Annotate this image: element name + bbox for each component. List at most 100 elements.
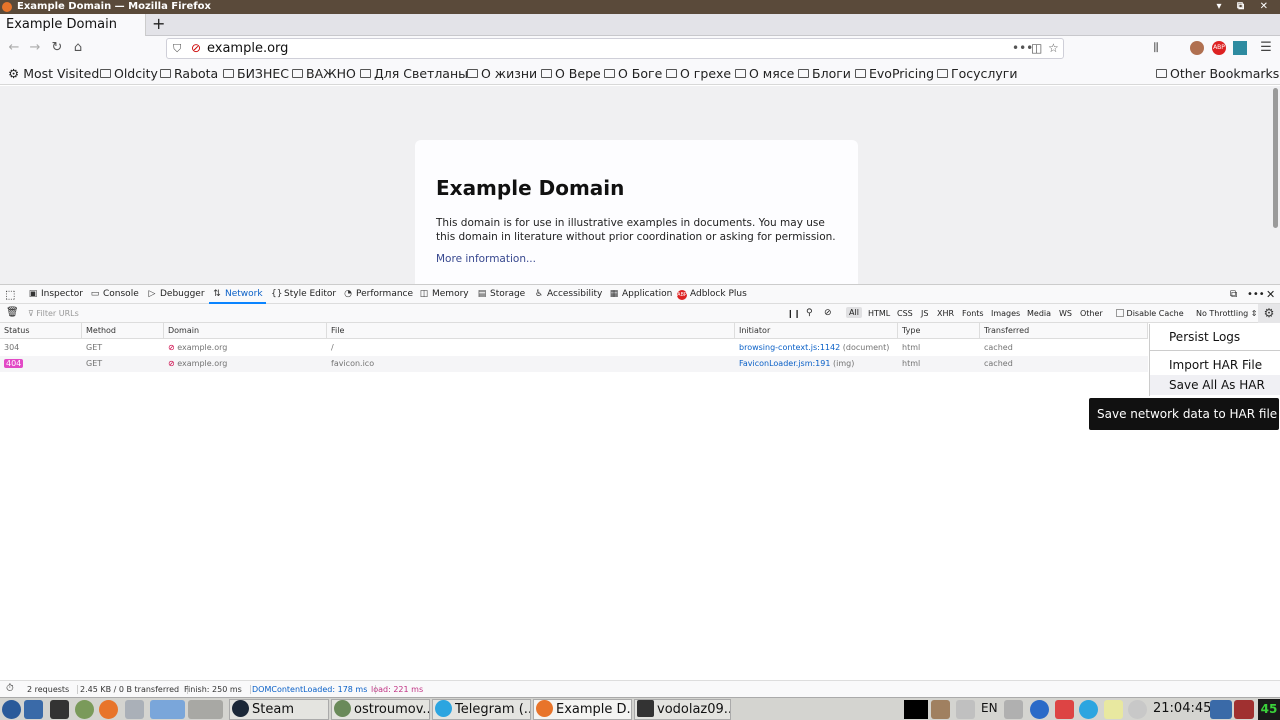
close-devtools-icon[interactable]: ✕ <box>1266 285 1275 304</box>
bookmark-folder[interactable]: О мясе <box>735 66 794 81</box>
shield-icon[interactable]: ⛉ <box>173 42 181 56</box>
windows-switcher-icon[interactable] <box>125 700 144 719</box>
logout-icon[interactable] <box>1234 700 1254 719</box>
volume-icon[interactable] <box>1004 700 1023 719</box>
col-type[interactable]: Type <box>898 323 980 339</box>
filter-media[interactable]: Media <box>1027 309 1051 318</box>
telegram-tray-icon[interactable] <box>1079 700 1098 719</box>
table-row[interactable]: 404 GET ⊘ example.org favicon.ico Favico… <box>0 356 1148 372</box>
dock-side-icon[interactable]: ⧉ <box>1230 285 1237 304</box>
workspace-1[interactable] <box>150 700 185 719</box>
col-file[interactable]: File <box>327 323 735 339</box>
tab-performance[interactable]: ◔ Performance <box>343 285 413 304</box>
clear-trash-icon[interactable]: 🗑 <box>6 307 19 318</box>
more-information-link[interactable]: More information... <box>436 253 536 265</box>
task-terminal[interactable]: vodolaz09... <box>634 699 731 720</box>
bookmark-folder[interactable]: О Вере <box>541 66 601 81</box>
filter-fonts[interactable]: Fonts <box>962 309 984 318</box>
tray-app-icon[interactable] <box>1055 700 1074 719</box>
tab-inspector[interactable]: ▣ Inspector <box>28 285 83 304</box>
tab-accessibility[interactable]: ♿ Accessibility <box>534 285 602 304</box>
bookmark-folder[interactable]: О жизни <box>467 66 537 81</box>
col-transferred[interactable]: Transferred <box>980 323 1148 339</box>
tab-style-editor[interactable]: {} Style Editor <box>271 285 336 304</box>
filter-xhr[interactable]: XHR <box>937 309 954 318</box>
task-telegram[interactable]: Telegram (... <box>432 699 531 720</box>
reload-icon[interactable]: ↻ <box>49 40 65 56</box>
col-method[interactable]: Method <box>82 323 164 339</box>
disable-cache-checkbox[interactable]: Disable Cache <box>1116 309 1184 318</box>
notes-icon[interactable] <box>1104 700 1123 719</box>
performance-analysis-icon[interactable]: ⏱ <box>6 683 22 694</box>
bookmark-folder[interactable]: О грехе <box>666 66 731 81</box>
tab-network[interactable]: ⇅ Network <box>209 285 266 304</box>
new-tab-button[interactable]: + <box>152 14 165 34</box>
bookmark-folder[interactable]: Для Светланы <box>360 66 468 81</box>
throttling-select[interactable]: No Throttling ⇕ <box>1196 309 1258 318</box>
filter-other[interactable]: Other <box>1080 309 1103 318</box>
bookmark-folder[interactable]: EvoPricing <box>855 66 934 81</box>
insecure-lock-icon[interactable]: ⊘ <box>191 41 201 55</box>
page-scrollbar[interactable] <box>1272 86 1280 284</box>
row-initiator[interactable]: FaviconLoader.jsm:191 (img) <box>735 356 854 372</box>
desktop-icon[interactable] <box>24 700 43 719</box>
bookmark-folder[interactable]: Rabota <box>160 66 218 81</box>
save-all-har-menu-item[interactable]: Save All As HAR <box>1169 378 1265 392</box>
home-icon[interactable]: ⌂ <box>70 40 86 56</box>
task-ostroumov[interactable]: ostroumov... <box>331 699 430 720</box>
forward-icon[interactable]: → <box>27 40 43 56</box>
bookmark-folder[interactable]: О Боге <box>604 66 662 81</box>
network-signal-icon[interactable] <box>956 700 975 719</box>
tab-storage[interactable]: ▤ Storage <box>477 285 525 304</box>
keyboard-layout[interactable]: EN <box>981 701 998 715</box>
tab-example-domain[interactable]: Example Domain <box>0 14 146 37</box>
menu-icon[interactable]: ☰ <box>1259 41 1273 55</box>
url-text[interactable]: example.org <box>207 41 288 56</box>
bookmark-folder[interactable]: Госуслуги <box>937 66 1018 81</box>
pause-icon[interactable]: ❙❙ <box>787 309 800 318</box>
filter-ws[interactable]: WS <box>1059 309 1072 318</box>
more-options-icon[interactable]: ••• <box>1247 285 1265 304</box>
clipboard-icon[interactable] <box>931 700 950 719</box>
tab-console[interactable]: ▭ Console <box>90 285 139 304</box>
adblock-plus-icon[interactable]: ABP <box>1212 41 1226 55</box>
url-bar[interactable]: ⛉ ⊘ example.org ••• ◫ ☆ <box>166 38 1064 59</box>
task-steam[interactable]: Steam <box>229 699 329 720</box>
filter-all[interactable]: All <box>846 307 862 318</box>
tab-application[interactable]: ▦ Application <box>609 285 673 304</box>
search-icon[interactable]: ⚲ <box>806 308 813 318</box>
avatar[interactable] <box>1190 41 1204 55</box>
bookmark-folder[interactable]: ВАЖНО <box>292 66 356 81</box>
tab-adblock-plus[interactable]: ABP Adblock Plus <box>677 285 747 304</box>
persist-logs-menu-item[interactable]: Persist Logs <box>1169 330 1240 344</box>
firefox-launcher-icon[interactable] <box>99 700 118 719</box>
bookmark-most-visited[interactable]: ⚙ Most Visited <box>8 66 99 81</box>
table-row[interactable]: 304 GET ⊘ example.org / browsing-context… <box>0 340 1148 356</box>
import-har-menu-item[interactable]: Import HAR File <box>1169 358 1262 372</box>
globe-icon[interactable] <box>75 700 94 719</box>
terminal-icon[interactable] <box>50 700 69 719</box>
col-status[interactable]: Status <box>0 323 82 339</box>
clock[interactable]: 21:04:45 <box>1153 701 1211 716</box>
block-icon[interactable]: ⊘ <box>824 308 832 318</box>
filter-html[interactable]: HTML <box>868 309 890 318</box>
filter-urls-input[interactable]: ⊽ Filter URLs <box>28 309 79 318</box>
filter-images[interactable]: Images <box>991 309 1020 318</box>
monitor-icon[interactable] <box>1210 700 1232 719</box>
col-domain[interactable]: Domain <box>164 323 327 339</box>
other-bookmarks[interactable]: Other Bookmarks <box>1156 66 1279 81</box>
scrollbar-thumb[interactable] <box>1273 88 1278 228</box>
task-firefox[interactable]: Example D... <box>533 699 632 720</box>
tab-debugger[interactable]: ▷ Debugger <box>147 285 205 304</box>
library-icon[interactable]: ⫼ <box>1149 41 1163 55</box>
window-controls[interactable]: ▾ ⧉ ✕ <box>1216 0 1274 14</box>
back-icon[interactable]: ← <box>6 40 22 56</box>
workspace-2[interactable] <box>188 700 223 719</box>
bookmark-star-icon[interactable]: ☆ <box>1048 41 1059 55</box>
tab-memory[interactable]: ◫ Memory <box>419 285 469 304</box>
filter-css[interactable]: CSS <box>897 309 913 318</box>
filter-js[interactable]: JS <box>921 309 928 318</box>
bluetooth-icon[interactable] <box>1030 700 1049 719</box>
row-initiator[interactable]: browsing-context.js:1142 (document) <box>735 340 889 356</box>
bookmark-folder[interactable]: БИЗНЕС <box>223 66 289 81</box>
